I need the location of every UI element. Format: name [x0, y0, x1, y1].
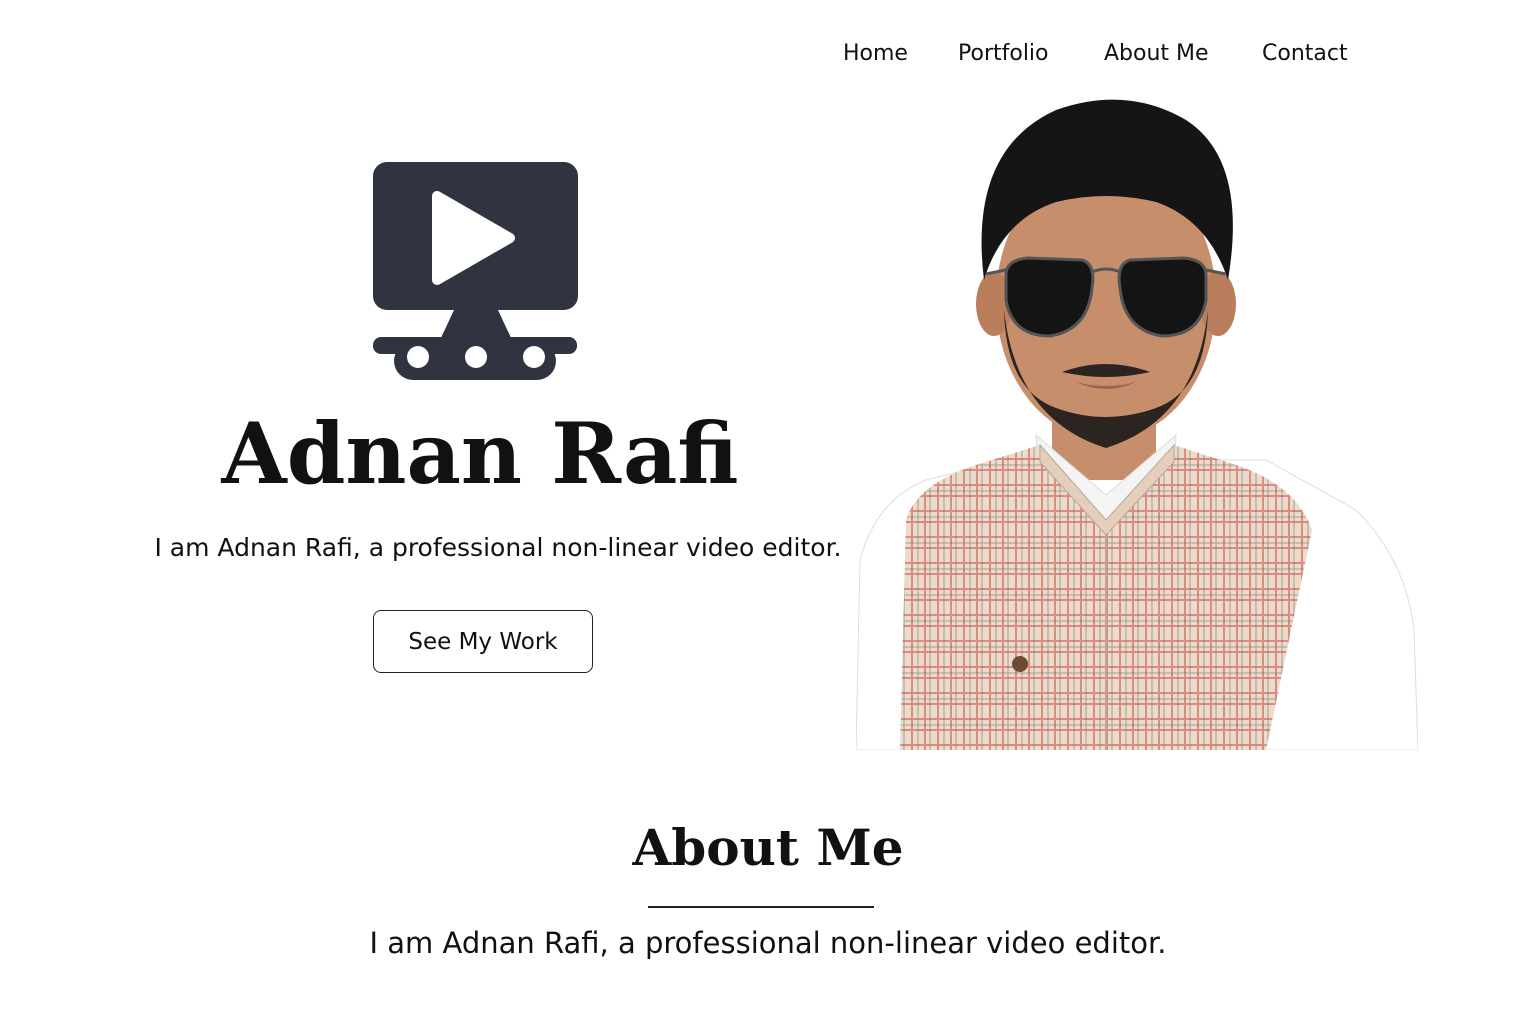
- about-text: I am Adnan Rafi, a professional non-line…: [369, 926, 1167, 960]
- see-my-work-button[interactable]: See My Work: [373, 610, 593, 673]
- nav-portfolio[interactable]: Portfolio: [958, 36, 1049, 72]
- main-nav: Home Portfolio About Me Contact: [0, 36, 1536, 72]
- about-divider: [648, 906, 874, 908]
- profile-photo: [856, 90, 1418, 750]
- about-title: About Me: [632, 818, 904, 877]
- nav-about-me[interactable]: About Me: [1104, 36, 1209, 72]
- hero-description: I am Adnan Rafi, a professional non-line…: [154, 533, 842, 562]
- nav-contact[interactable]: Contact: [1262, 36, 1348, 72]
- nav-home[interactable]: Home: [843, 36, 908, 72]
- video-player-icon: [372, 160, 580, 382]
- hero-name: Adnan Rafi: [221, 404, 739, 503]
